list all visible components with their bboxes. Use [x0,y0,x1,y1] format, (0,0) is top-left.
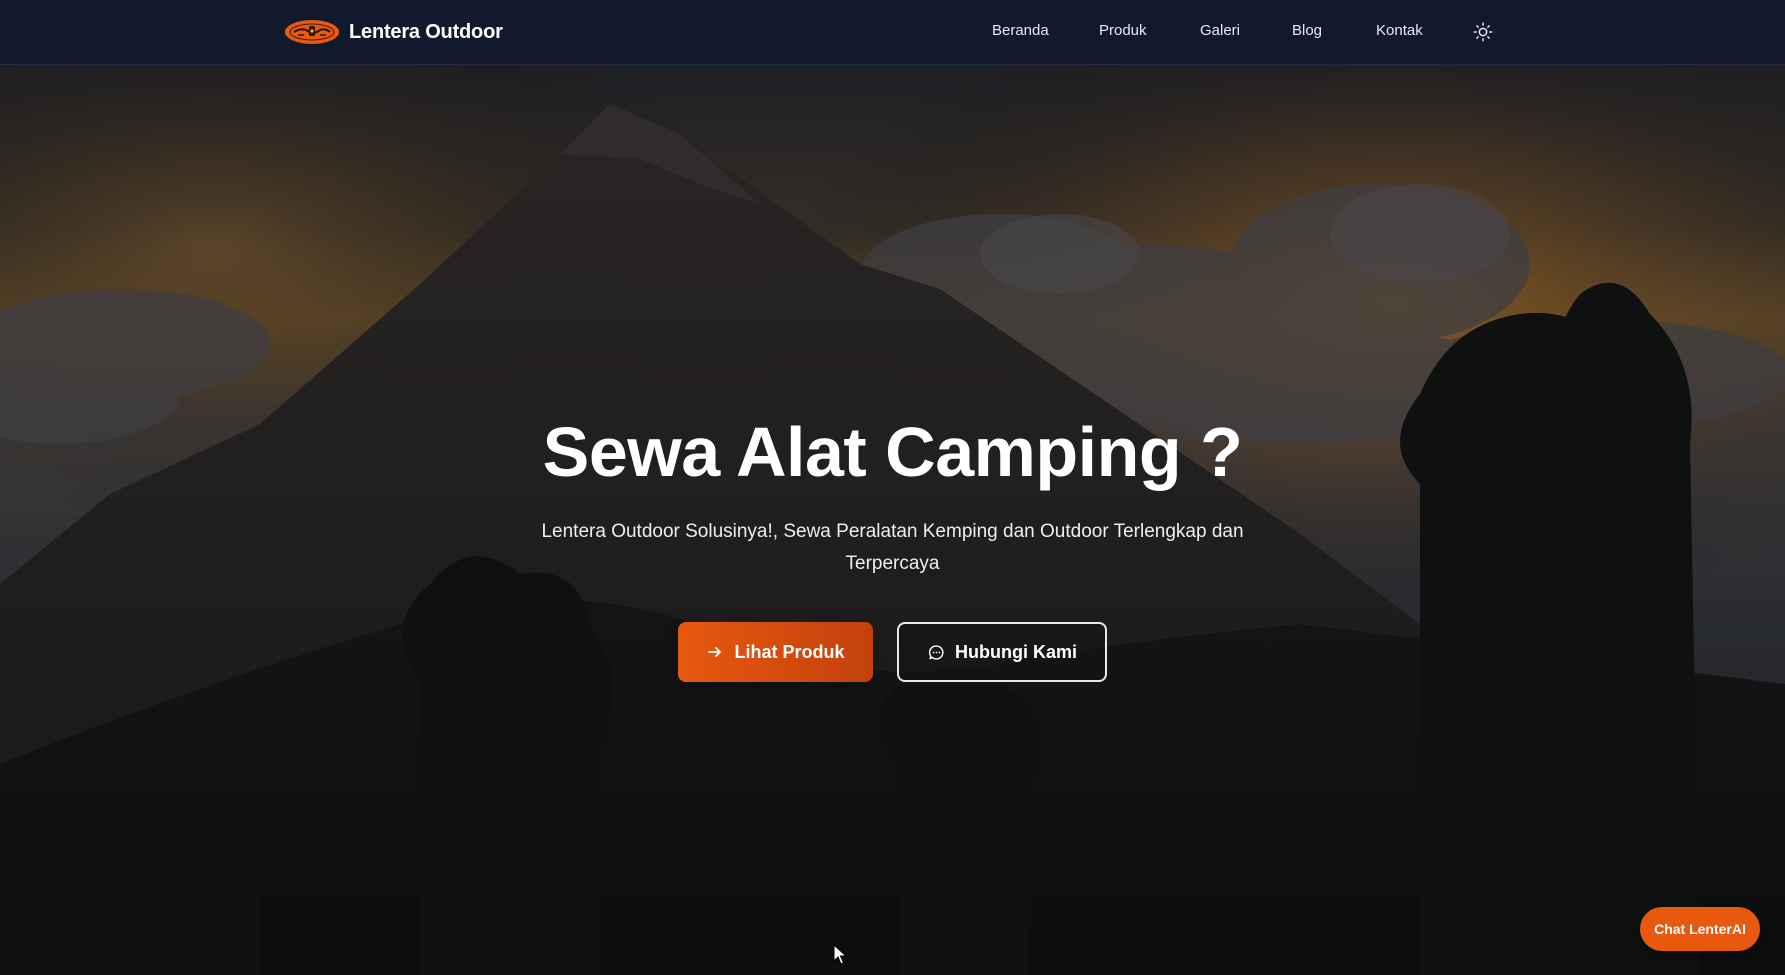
hubungi-kami-label: Hubungi Kami [955,641,1077,662]
chat-bubble-icon [927,643,945,661]
lihat-produk-label: Lihat Produk [734,641,845,662]
nav-item-kontak[interactable]: Kontak [1376,22,1423,39]
mouse-cursor-icon [833,944,847,965]
nav-item-blog[interactable]: Blog [1292,22,1322,39]
nav-item-produk[interactable]: Produk [1099,22,1147,39]
hero-section: Sewa Alat Camping ? Lentera Outdoor Solu… [0,64,1785,975]
top-navbar: Lentera Outdoor Beranda Produk Galeri Bl… [0,0,1785,65]
hero-subtitle: Lentera Outdoor Solusinya!, Sewa Peralat… [541,521,1244,574]
nav-item-galeri[interactable]: Galeri [1200,22,1240,39]
landing-page: Lentera Outdoor Beranda Produk Galeri Bl… [0,0,1785,975]
nav-links: Beranda Produk Galeri Blog Kontak [0,0,1785,64]
hero-title: Sewa Alat Camping ? [542,413,1243,491]
hubungi-kami-button[interactable]: Hubungi Kami [897,622,1107,682]
lihat-produk-button[interactable]: Lihat Produk [678,622,873,682]
arrow-right-icon [706,643,724,661]
nav-item-beranda[interactable]: Beranda [992,22,1049,39]
chat-lenterai-button[interactable]: Chat LenterAI [1640,907,1760,951]
sun-icon[interactable] [1472,21,1494,43]
